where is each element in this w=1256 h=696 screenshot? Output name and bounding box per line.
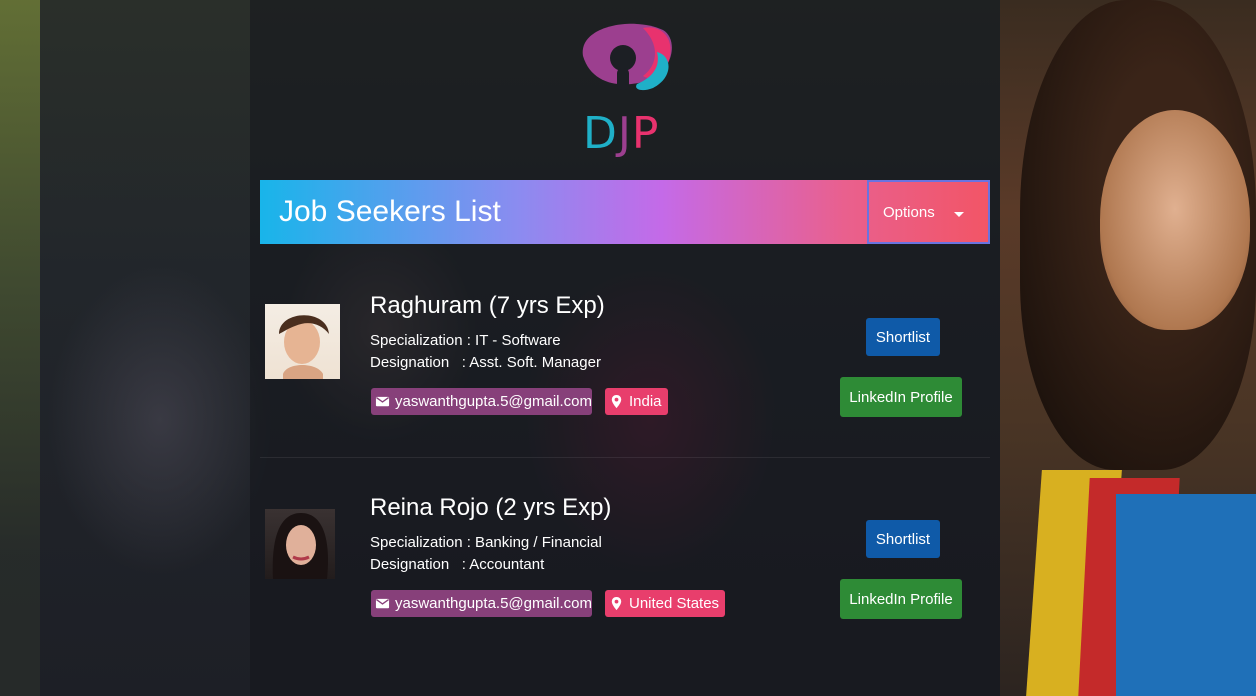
background-person-face — [1100, 110, 1250, 330]
seeker-name: Raghuram (7 yrs Exp) — [370, 292, 605, 319]
options-dropdown-button[interactable]: Options — [867, 180, 990, 244]
logo-letter-p: P — [631, 108, 660, 159]
email-chip[interactable]: yaswanthgupta.5@gmail.com — [371, 388, 592, 415]
caret-down-icon — [954, 212, 964, 217]
background-right-photo — [1000, 0, 1256, 696]
seeker-card: Raghuram (7 yrs Exp) Specialization : IT… — [260, 268, 990, 458]
map-pin-icon — [609, 596, 624, 611]
list-header: Job Seekers List Options — [260, 180, 990, 244]
email-text: yaswanthgupta.5@gmail.com — [395, 595, 592, 612]
avatar-photo-icon — [272, 513, 328, 579]
background-left-accent — [0, 0, 40, 696]
background-folder-blue — [1116, 494, 1256, 696]
seeker-specialization: Specialization : IT - Software — [370, 332, 561, 349]
email-chip[interactable]: yaswanthgupta.5@gmail.com — [371, 590, 592, 617]
logo-letter-d: D — [583, 108, 618, 159]
seeker-designation: Designation : Asst. Soft. Manager — [370, 354, 601, 371]
seeker-designation: Designation : Accountant — [370, 556, 545, 573]
email-text: yaswanthgupta.5@gmail.com — [395, 393, 592, 410]
location-chip: United States — [605, 590, 726, 617]
linkedin-profile-button[interactable]: LinkedIn Profile — [840, 579, 962, 619]
location-text: United States — [629, 595, 720, 612]
seeker-card: Reina Rojo (2 yrs Exp) Specialization : … — [260, 470, 990, 660]
mail-icon — [375, 394, 390, 409]
shortlist-button[interactable]: Shortlist — [866, 318, 940, 356]
avatar — [265, 304, 340, 379]
logo-wordmark: DJP — [583, 108, 659, 159]
seeker-specialization: Specialization : Banking / Financial — [370, 534, 602, 551]
shortlist-button[interactable]: Shortlist — [866, 520, 940, 558]
avatar-photo-icon — [279, 315, 329, 379]
linkedin-profile-button[interactable]: LinkedIn Profile — [840, 377, 962, 417]
mail-icon — [375, 596, 390, 611]
options-label: Options — [883, 203, 935, 221]
avatar — [265, 509, 335, 579]
seeker-name: Reina Rojo (2 yrs Exp) — [370, 494, 612, 521]
location-text: India — [629, 393, 662, 410]
location-chip: India — [605, 388, 668, 415]
map-pin-icon — [609, 394, 624, 409]
logo-letter-j: J — [617, 108, 632, 159]
